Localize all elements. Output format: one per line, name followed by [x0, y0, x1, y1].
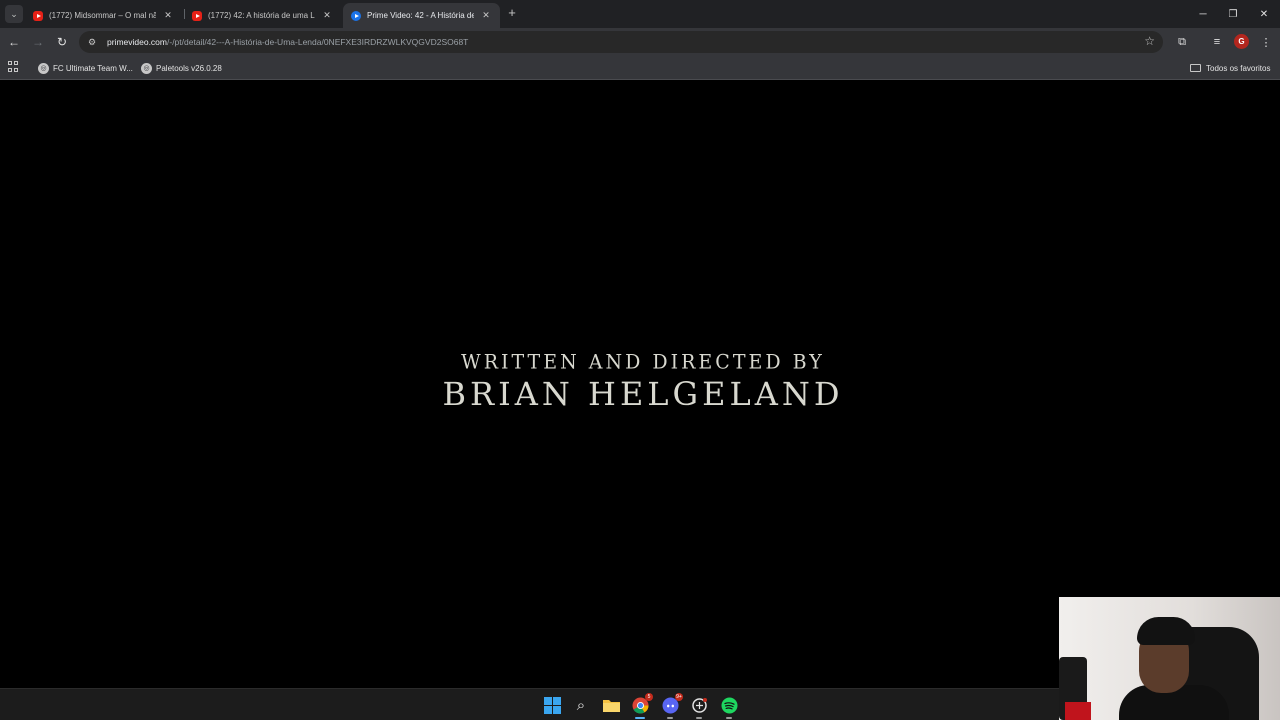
- tab-title: (1772) Midsommar – O mal não: [49, 11, 156, 20]
- close-icon[interactable]: ✕: [480, 10, 492, 21]
- reload-button[interactable]: ↻: [53, 33, 71, 51]
- tab-search-button[interactable]: ⌄: [5, 5, 23, 23]
- extensions-icon[interactable]: ⧉: [1173, 33, 1191, 51]
- chatgpt-icon[interactable]: [690, 696, 708, 714]
- apps-grid-icon[interactable]: [8, 61, 19, 72]
- chrome-running-indicator: [635, 717, 645, 719]
- prime-video-icon: [351, 10, 361, 21]
- tab-strip: ⌄ (1772) Midsommar – O mal não ✕ (1772) …: [0, 0, 1280, 28]
- arrow-left-icon: ←: [8, 35, 20, 49]
- chrome-icon[interactable]: 5: [631, 693, 653, 714]
- restore-button[interactable]: ❐: [1218, 0, 1248, 28]
- bookmark-label: Paletools v26.0.28: [156, 63, 222, 73]
- menu-icon[interactable]: ⋮: [1257, 33, 1275, 51]
- tab-title: Prime Video: 42 - A História de: [367, 11, 474, 20]
- globe-icon: ◎: [38, 62, 49, 74]
- tab-prime-video[interactable]: Prime Video: 42 - A História de ✕: [343, 3, 500, 28]
- bookmarks-bar: ◎ FC Ultimate Team W... ◎ Paletools v26.…: [0, 56, 1280, 80]
- close-window-button[interactable]: ✕: [1249, 0, 1279, 28]
- arrow-right-icon: →: [32, 35, 44, 49]
- discord-badge: 9+: [675, 693, 683, 701]
- address-host: primevideo.com: [107, 37, 167, 47]
- address-bar[interactable]: ⚙ primevideo.com/-/pt/detail/42---A-Hist…: [79, 31, 1163, 53]
- close-icon[interactable]: ✕: [162, 10, 174, 21]
- close-icon: ✕: [1259, 8, 1269, 20]
- bookmark-label: FC Ultimate Team W...: [53, 63, 133, 73]
- plus-icon: +: [508, 5, 516, 20]
- new-tab-button[interactable]: +: [505, 6, 519, 20]
- discord-icon[interactable]: 9+: [661, 693, 683, 714]
- discord-running-indicator: [667, 717, 673, 719]
- taskbar: ⌕ 5 9+: [0, 688, 1059, 720]
- browser-toolbar: ← → ↻ ⚙ primevideo.com/-/pt/detail/42---…: [0, 28, 1280, 56]
- spotify-icon[interactable]: [720, 696, 738, 714]
- minimize-button[interactable]: ─: [1188, 0, 1218, 28]
- tab-midsommar[interactable]: (1772) Midsommar – O mal não ✕: [25, 3, 182, 28]
- chrome-badge: 5: [645, 693, 653, 701]
- close-icon[interactable]: ✕: [321, 10, 333, 21]
- site-settings-icon[interactable]: ⚙: [85, 35, 99, 49]
- bookmark-paletools[interactable]: ◎ Paletools v26.0.28: [141, 60, 222, 76]
- search-icon[interactable]: ⌕: [572, 696, 590, 714]
- bookmark-fc-ultimate-team[interactable]: ◎ FC Ultimate Team W...: [38, 60, 133, 76]
- restore-icon: ❐: [1228, 8, 1238, 20]
- address-url[interactable]: primevideo.com/-/pt/detail/42---A-Histór…: [107, 37, 468, 47]
- all-bookmarks-folder[interactable]: Todos os favoritos: [1190, 60, 1270, 76]
- tab-42-youtube[interactable]: (1772) 42: A história de uma Le ✕: [184, 3, 341, 28]
- reload-icon: ↻: [56, 35, 68, 49]
- back-button[interactable]: ←: [5, 33, 23, 51]
- cap: [1137, 617, 1195, 645]
- tab-title: (1772) 42: A história de uma Le: [208, 11, 315, 20]
- bookmark-star-icon[interactable]: ☆: [1144, 34, 1155, 48]
- spotify-running-indicator: [726, 717, 732, 719]
- credit-name: BRIAN HELGELAND: [442, 375, 844, 413]
- credit-role: WRITTEN AND DIRECTED BY: [461, 350, 825, 374]
- forward-button[interactable]: →: [29, 33, 47, 51]
- chatgpt-running-indicator: [696, 717, 702, 719]
- file-explorer-icon[interactable]: [602, 696, 620, 714]
- media-controls-icon[interactable]: ≡: [1208, 33, 1226, 51]
- windows-start-icon[interactable]: [543, 696, 561, 714]
- address-path: /-/pt/detail/42---A-História-de-Uma-Lend…: [167, 37, 469, 47]
- all-bookmarks-label: Todos os favoritos: [1206, 63, 1271, 73]
- youtube-icon: [33, 10, 43, 21]
- minimize-icon: ─: [1199, 8, 1207, 20]
- chevron-down-icon: ⌄: [10, 8, 18, 19]
- webcam-overlay: [1059, 597, 1280, 720]
- folder-icon: [1190, 64, 1201, 72]
- end-credits: WRITTEN AND DIRECTED BY BRIAN HELGELAND: [0, 350, 1280, 413]
- screen: ⌄ (1772) Midsommar – O mal não ✕ (1772) …: [0, 0, 1280, 720]
- profile-avatar[interactable]: G: [1234, 34, 1249, 49]
- globe-icon: ◎: [141, 62, 152, 74]
- youtube-icon: [192, 10, 202, 21]
